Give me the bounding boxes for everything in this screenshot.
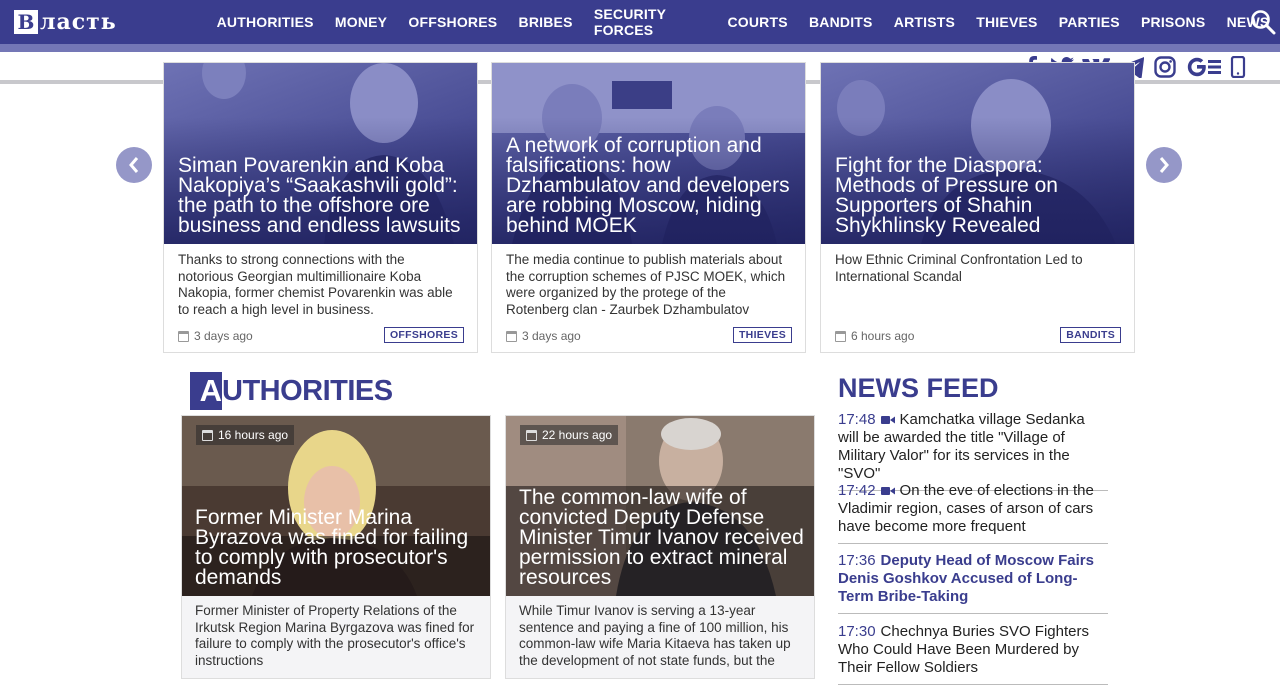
- nav-item-prisons[interactable]: PRISONS: [1141, 14, 1205, 30]
- logo-mark: В: [14, 10, 38, 34]
- chevron-left-icon: [129, 157, 139, 173]
- article-title: Former Minister Marina Byrazova was fine…: [195, 506, 469, 589]
- article-card[interactable]: 16 hours ago Former Minister Marina Byra…: [181, 415, 491, 679]
- calendar-icon: [835, 330, 846, 342]
- video-icon: [880, 416, 895, 424]
- feed-item[interactable]: 17:42 On the eve of elections in the Vlad…: [838, 482, 1108, 544]
- nav-item-security-forces[interactable]: SECURITY FORCES: [594, 6, 706, 38]
- card-date: 3 days ago: [506, 329, 581, 343]
- card-title: Siman Povarenkin and Koba Nakopiya’s “Sa…: [178, 154, 461, 237]
- calendar-icon: [506, 330, 517, 342]
- slider-next-button[interactable]: [1146, 147, 1182, 183]
- card-photo: Fight for the Diaspora: Methods of Press…: [821, 63, 1134, 244]
- search-icon[interactable]: [1250, 9, 1276, 35]
- card-description: Thanks to strong connections with the no…: [178, 252, 453, 317]
- slider-card[interactable]: Siman Povarenkin and Koba Nakopiya’s “Sa…: [163, 62, 478, 353]
- instagram-icon[interactable]: [1154, 56, 1176, 78]
- nav-item-thieves[interactable]: THIEVES: [976, 14, 1037, 30]
- section-heading-initial: A: [190, 372, 222, 410]
- feed-text: On the eve of elections in the Vladimir …: [838, 482, 1094, 535]
- main-nav: AUTHORITIES MONEY OFFSHORES BRIBES SECUR…: [206, 0, 1280, 44]
- calendar-icon: [202, 429, 213, 441]
- feed-item[interactable]: 17:48 Kamchatka village Sedanka will be a…: [838, 411, 1108, 491]
- card-date: 3 days ago: [178, 329, 253, 343]
- card-tag[interactable]: BANDITS: [1060, 327, 1121, 343]
- top-navigation-bar: В ласть AUTHORITIES MONEY OFFSHORES BRIB…: [0, 0, 1280, 44]
- slider-card[interactable]: A network of corruption and falsificatio…: [491, 62, 806, 353]
- card-description: The media continue to publish materials …: [506, 252, 786, 317]
- article-description: Former Minister of Property Relations of…: [195, 603, 475, 668]
- calendar-icon: [178, 330, 189, 342]
- card-tag[interactable]: THIEVES: [732, 327, 792, 343]
- header-underline: [0, 44, 1280, 52]
- nav-item-parties[interactable]: PARTIES: [1059, 14, 1120, 30]
- feed-time: 17:36: [838, 552, 876, 569]
- news-feed-heading[interactable]: NEWS FEED: [838, 373, 999, 404]
- mobile-icon[interactable]: [1230, 56, 1246, 78]
- nav-item-bribes[interactable]: BRIBES: [519, 14, 573, 30]
- article-date: 16 hours ago: [196, 425, 295, 445]
- date-text: 22 hours ago: [542, 428, 613, 442]
- slider-prev-button[interactable]: [116, 147, 152, 183]
- nav-item-money[interactable]: MONEY: [335, 14, 387, 30]
- article-title: The common-law wife of convicted Deputy …: [519, 486, 804, 589]
- feed-item[interactable]: 17:36 Deputy Head of Moscow Fairs Denis G…: [838, 552, 1108, 614]
- article-card[interactable]: 22 hours ago The common-law wife of conv…: [505, 415, 815, 679]
- site-logo[interactable]: В ласть: [14, 9, 117, 35]
- card-tag[interactable]: OFFSHORES: [383, 327, 464, 343]
- video-icon: [880, 487, 895, 495]
- article-photo: 22 hours ago The common-law wife of conv…: [506, 416, 814, 596]
- card-title: A network of corruption and falsificatio…: [506, 134, 790, 237]
- card-date: 6 hours ago: [835, 329, 914, 343]
- nav-item-bandits[interactable]: BANDITS: [809, 14, 873, 30]
- nav-item-offshores[interactable]: OFFSHORES: [408, 14, 497, 30]
- feed-time: 17:42: [838, 482, 876, 499]
- nav-item-artists[interactable]: ARTISTS: [894, 14, 955, 30]
- date-text: 6 hours ago: [851, 329, 915, 343]
- article-description: While Timur Ivanov is serving a 13-year …: [519, 603, 791, 668]
- card-photo: Siman Povarenkin and Koba Nakopiya’s “Sa…: [164, 63, 477, 244]
- feed-item[interactable]: 17:30 Chechnya Buries SVO Fighters Who Co…: [838, 623, 1108, 685]
- date-text: 3 days ago: [194, 329, 253, 343]
- section-heading-rest: UTHORITIES: [222, 374, 393, 407]
- date-text: 16 hours ago: [218, 428, 289, 442]
- chevron-right-icon: [1159, 157, 1169, 173]
- feed-text: Deputy Head of Moscow Fairs Denis Goshko…: [838, 552, 1094, 605]
- calendar-icon: [526, 429, 537, 441]
- card-photo: A network of corruption and falsificatio…: [492, 63, 805, 244]
- card-title: Fight for the Diaspora: Methods of Press…: [835, 154, 1058, 237]
- card-description: How Ethnic Criminal Confrontation Led to…: [835, 252, 1083, 284]
- article-photo: 16 hours ago Former Minister Marina Byra…: [182, 416, 490, 596]
- slider-card[interactable]: Fight for the Diaspora: Methods of Press…: [820, 62, 1135, 353]
- feed-time: 17:30: [838, 623, 876, 640]
- nav-item-authorities[interactable]: AUTHORITIES: [217, 14, 314, 30]
- section-heading[interactable]: A UTHORITIES: [190, 372, 393, 410]
- logo-wordmark: ласть: [40, 9, 117, 35]
- feed-time: 17:48: [838, 411, 876, 428]
- date-text: 3 days ago: [522, 329, 581, 343]
- article-date: 22 hours ago: [520, 425, 619, 445]
- google-news-icon[interactable]: [1186, 56, 1222, 78]
- nav-item-courts[interactable]: COURTS: [727, 14, 787, 30]
